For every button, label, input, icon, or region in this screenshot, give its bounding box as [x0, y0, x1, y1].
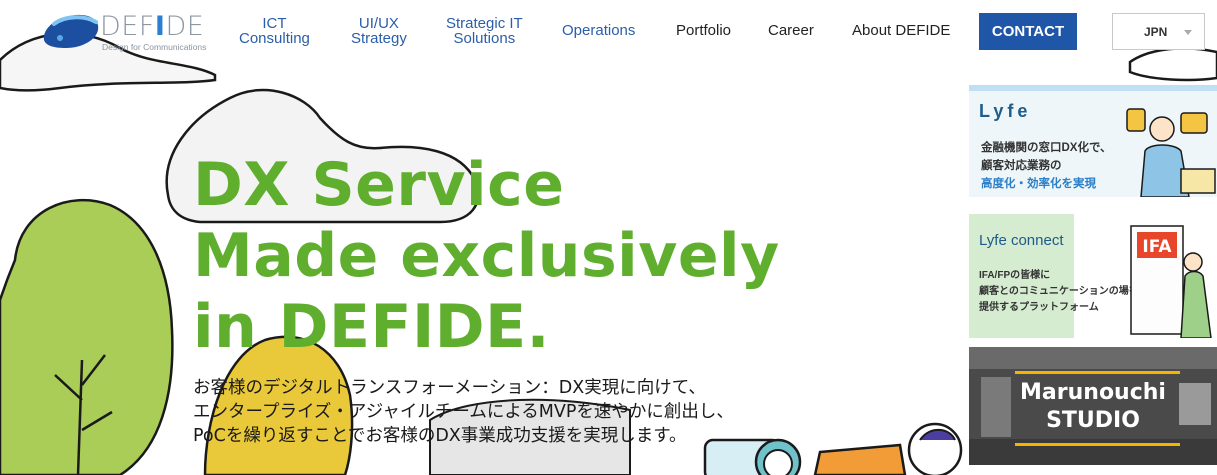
hero-description-line: お客様のデジタルトランスフォーメーション：DX実現に向けて、	[193, 378, 706, 398]
banner-lyfe-connect[interactable]: Lyfe connect IFA/FPの皆様に 顧客とのコミュニケーションの場を…	[969, 214, 1217, 338]
studio-accent-bar-top	[1015, 371, 1180, 374]
site-header: DEFIDE Design for Communications ICT Cons…	[0, 0, 1217, 62]
studio-accent-bar-bottom	[1015, 443, 1180, 446]
nav-about-defide[interactable]: About DEFIDE	[852, 23, 950, 38]
banner-text-line: 高度化・効率化を実現	[981, 178, 1096, 190]
hero-title-line: DX Service	[193, 150, 565, 220]
language-select[interactable]: JPN	[1112, 13, 1205, 50]
banner-text-line: 提供するプラットフォーム	[979, 302, 1099, 313]
banner-text-line: IFA/FPの皆様に	[979, 270, 1051, 281]
hero-description-line: PoCを繰り返すことでお客様のDX事業成功支援を実現します。	[193, 426, 687, 446]
nav-portfolio[interactable]: Portfolio	[676, 23, 731, 38]
ifa-sign-text: IFA	[1142, 237, 1172, 257]
nav-career[interactable]: Career	[768, 23, 814, 38]
logo-tagline: Design for Communications	[102, 42, 207, 52]
language-selected-value: JPN	[1144, 25, 1168, 39]
lyfe-brand-logo: Lyfe	[979, 101, 1032, 121]
banner-text-line: 金融機関の窓口DX化で、	[981, 142, 1112, 154]
banner-text-line: 顧客とのコミュニケーションの場を	[979, 286, 1139, 297]
hero-title-line: Made exclusively	[193, 221, 780, 291]
hero-description-line: エンタープライズ・アジャイルチームによるMVPを速やかに創出し、	[193, 402, 734, 422]
chevron-down-icon	[1184, 30, 1192, 35]
logo-blob-icon	[43, 14, 99, 48]
banner-marunouchi-studio[interactable]: Marunouchi STUDIO	[969, 347, 1217, 465]
lyfe-connect-brand-logo: Lyfe connect	[979, 232, 1064, 249]
businessman-illustration	[1126, 108, 1216, 197]
defide-logo[interactable]: DEFIDE Design for Communications	[40, 8, 210, 54]
hero-description: お客様のデジタルトランスフォーメーション：DX実現に向けて、 エンタープライズ・…	[193, 376, 734, 448]
nav-uiux-strategy[interactable]: UI/UX Strategy	[351, 16, 407, 46]
studio-title: Marunouchi STUDIO	[1020, 380, 1166, 433]
banner-text-line: 顧客対応業務の	[981, 160, 1062, 172]
nav-ict-consulting[interactable]: ICT Consulting	[239, 16, 310, 46]
contact-button[interactable]: CONTACT	[979, 13, 1077, 50]
banner-lyfe[interactable]: Lyfe 金融機関の窓口DX化で、 顧客対応業務の 高度化・効率化を実現	[969, 85, 1217, 197]
hero-title: DX Service Made exclusively in DEFIDE.	[193, 150, 780, 363]
logo-wordmark: DEFIDE	[100, 11, 205, 42]
nav-strategic-it-solutions[interactable]: Strategic IT Solutions	[446, 16, 523, 46]
ifa-advisor-illustration: IFA	[1130, 225, 1212, 338]
nav-operations[interactable]: Operations	[562, 23, 635, 38]
hero-title-line: in DEFIDE.	[193, 292, 550, 362]
